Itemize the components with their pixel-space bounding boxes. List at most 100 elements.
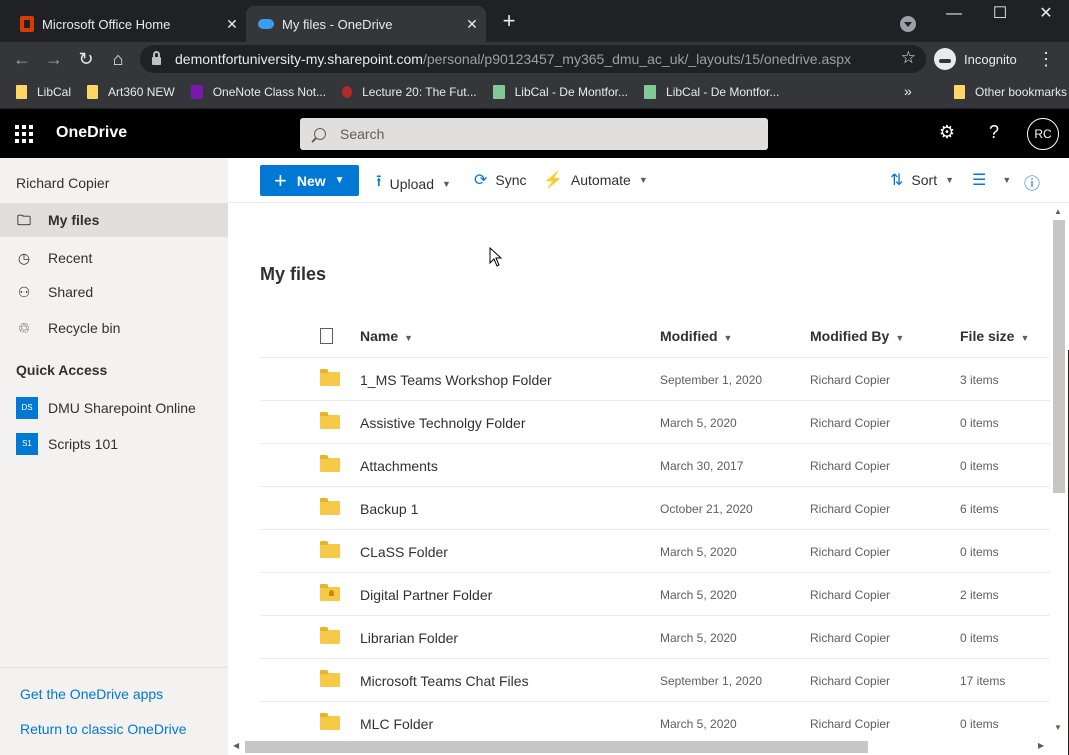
file-name[interactable]: Librarian Folder bbox=[360, 630, 458, 646]
app-name[interactable]: OneDrive bbox=[56, 124, 127, 142]
url-path: /personal/p90123457_my365_dmu_ac_uk/_lay… bbox=[422, 51, 852, 67]
bookmark-item[interactable]: LibCal - De Montfor... bbox=[492, 85, 628, 99]
info-button[interactable]: ⓘ bbox=[1024, 170, 1048, 194]
home-icon[interactable]: ⌂ bbox=[106, 47, 130, 71]
scroll-thumb[interactable] bbox=[1053, 220, 1065, 493]
quick-access-item[interactable]: DS DMU Sharepoint Online bbox=[0, 391, 228, 425]
bookmark-item[interactable]: OneNote Class Not... bbox=[190, 85, 326, 99]
sort-button[interactable]: ⇅ Sort ▼ bbox=[890, 170, 954, 190]
file-type-icon[interactable] bbox=[320, 328, 333, 344]
browser-menu-icon[interactable]: ⋮ bbox=[1036, 47, 1056, 71]
bookmark-star-icon[interactable]: ☆ bbox=[901, 48, 916, 68]
plus-icon: + bbox=[274, 167, 287, 193]
folder-icon bbox=[320, 627, 340, 644]
bookmark-item[interactable]: Art360 NEW bbox=[87, 85, 175, 99]
modified-date: March 5, 2020 bbox=[660, 545, 737, 559]
scroll-up-icon[interactable]: ▲ bbox=[1054, 207, 1062, 216]
modified-by: Richard Copier bbox=[810, 373, 891, 387]
table-row[interactable]: Attachments March 30, 2017 Richard Copier 0… bbox=[260, 444, 1050, 487]
view-options-button[interactable]: ☰ ▼ bbox=[972, 170, 1011, 190]
upload-button[interactable]: ⭱ Upload ▼ bbox=[376, 170, 451, 197]
get-apps-link[interactable]: Get the OneDrive apps bbox=[20, 686, 163, 702]
file-name[interactable]: Backup 1 bbox=[360, 501, 418, 517]
file-name[interactable]: MLC Folder bbox=[360, 716, 433, 732]
sync-button[interactable]: ⟳ Sync bbox=[474, 170, 527, 190]
table-row[interactable]: CLaSS Folder March 5, 2020 Richard Copier 0… bbox=[260, 530, 1050, 573]
incognito-badge[interactable]: Incognito bbox=[934, 47, 1017, 71]
address-bar[interactable]: demontfortuniversity-my.sharepoint.com/p… bbox=[140, 45, 926, 73]
lock-icon[interactable] bbox=[152, 51, 161, 65]
bookmark-item[interactable]: LibCal bbox=[16, 85, 71, 99]
file-name[interactable]: Assistive Technolgy Folder bbox=[360, 415, 525, 431]
nav-item-label: Recycle bin bbox=[48, 320, 121, 336]
table-row[interactable]: 1_MS Teams Workshop Folder September 1, 2… bbox=[260, 358, 1050, 401]
search-input[interactable] bbox=[340, 126, 740, 142]
column-header-file-size[interactable]: File size ▼ bbox=[960, 328, 1029, 344]
tab-search-icon[interactable] bbox=[900, 16, 916, 32]
reload-icon[interactable]: ↻ bbox=[74, 47, 98, 71]
bookmark-label: Lecture 20: The Fut... bbox=[362, 85, 477, 99]
scroll-down-icon[interactable]: ▼ bbox=[1054, 723, 1062, 732]
new-tab-button[interactable]: + bbox=[498, 10, 520, 32]
scroll-left-icon[interactable]: ◀ bbox=[233, 741, 239, 750]
url-text[interactable]: demontfortuniversity-my.sharepoint.com/p… bbox=[175, 51, 851, 67]
bookmark-item[interactable]: Lecture 20: The Fut... bbox=[342, 85, 477, 99]
bookmark-label: LibCal - De Montfor... bbox=[666, 85, 780, 99]
app-launcher-icon[interactable] bbox=[15, 125, 33, 143]
nav-item-recycle-bin[interactable]: ♲ Recycle bin bbox=[0, 311, 228, 345]
modified-by: Richard Copier bbox=[810, 545, 891, 559]
scroll-thumb[interactable] bbox=[245, 741, 868, 753]
upload-icon: ⭱ bbox=[376, 173, 382, 190]
close-tab-icon[interactable]: ✕ bbox=[218, 16, 246, 33]
settings-gear-icon[interactable]: ⚙ bbox=[935, 122, 959, 143]
forward-icon[interactable]: → bbox=[42, 47, 66, 71]
nav-item-recent[interactable]: ◷ Recent bbox=[0, 241, 228, 275]
table-row[interactable]: Librarian Folder March 5, 2020 Richard Cop… bbox=[260, 616, 1050, 659]
history-icon: ◷ bbox=[17, 250, 31, 266]
file-size: 6 items bbox=[960, 502, 999, 516]
avatar[interactable]: RC bbox=[1027, 118, 1059, 150]
nav-item-my-files[interactable]: 🗀 My files bbox=[0, 203, 228, 237]
new-button[interactable]: + New ▼ bbox=[260, 165, 359, 196]
help-icon[interactable]: ? bbox=[982, 122, 1006, 143]
horizontal-scrollbar[interactable]: ◀ ▶ bbox=[228, 739, 1050, 755]
chevron-down-icon: ▼ bbox=[334, 175, 345, 186]
quick-access-label: Scripts 101 bbox=[48, 436, 119, 452]
file-name[interactable]: Microsoft Teams Chat Files bbox=[360, 673, 529, 689]
table-row[interactable]: Assistive Technolgy Folder March 5, 2020 R… bbox=[260, 401, 1050, 444]
site-badge: S1 bbox=[16, 433, 38, 455]
onenote-icon bbox=[190, 85, 203, 99]
close-tab-icon[interactable]: ✕ bbox=[458, 16, 486, 33]
maximize-icon[interactable]: ☐ bbox=[977, 0, 1023, 30]
file-name[interactable]: Digital Partner Folder bbox=[360, 587, 492, 603]
nav-item-shared[interactable]: ⚇ Shared bbox=[0, 275, 228, 309]
modified-by: Richard Copier bbox=[810, 459, 891, 473]
table-row[interactable]: Backup 1 October 21, 2020 Richard Copier 6 … bbox=[260, 487, 1050, 530]
list-view-icon: ☰ bbox=[972, 172, 987, 189]
quick-access-item[interactable]: S1 Scripts 101 bbox=[0, 427, 228, 461]
table-row[interactable]: Digital Partner Folder March 5, 2020 Richa… bbox=[260, 573, 1050, 616]
search-box[interactable] bbox=[300, 118, 768, 150]
other-bookmarks[interactable]: Other bookmarks bbox=[954, 76, 1067, 108]
more-bookmarks-icon[interactable]: » bbox=[904, 83, 912, 99]
chevron-down-icon: ▼ bbox=[723, 333, 733, 343]
table-row[interactable]: MLC Folder March 5, 2020 Richard Copier 0 i… bbox=[260, 702, 1050, 739]
file-name[interactable]: 1_MS Teams Workshop Folder bbox=[360, 372, 552, 388]
back-icon[interactable]: ← bbox=[10, 47, 34, 71]
classic-onedrive-link[interactable]: Return to classic OneDrive bbox=[20, 721, 187, 737]
column-header-name[interactable]: Name ▼ bbox=[360, 328, 413, 344]
tab-my-files[interactable]: My files - OneDrive ✕ bbox=[246, 6, 486, 42]
scroll-right-icon[interactable]: ▶ bbox=[1038, 741, 1044, 750]
file-name[interactable]: CLaSS Folder bbox=[360, 544, 448, 560]
tab-office-home[interactable]: Microsoft Office Home ✕ bbox=[8, 6, 246, 42]
minimize-icon[interactable]: — bbox=[931, 0, 977, 30]
close-window-icon[interactable]: ✕ bbox=[1023, 0, 1069, 30]
column-header-modified-by[interactable]: Modified By ▼ bbox=[810, 328, 904, 344]
bookmark-item[interactable]: LibCal - De Montfor... bbox=[644, 85, 779, 99]
file-name[interactable]: Attachments bbox=[360, 458, 438, 474]
automate-button[interactable]: ⚡ Automate ▼ bbox=[543, 170, 648, 190]
vertical-scrollbar[interactable]: ▲ ▼ bbox=[1050, 203, 1069, 739]
table-row[interactable]: Microsoft Teams Chat Files September 1, 2… bbox=[260, 659, 1050, 702]
column-header-modified[interactable]: Modified ▼ bbox=[660, 328, 732, 344]
folder-icon bbox=[320, 412, 340, 429]
